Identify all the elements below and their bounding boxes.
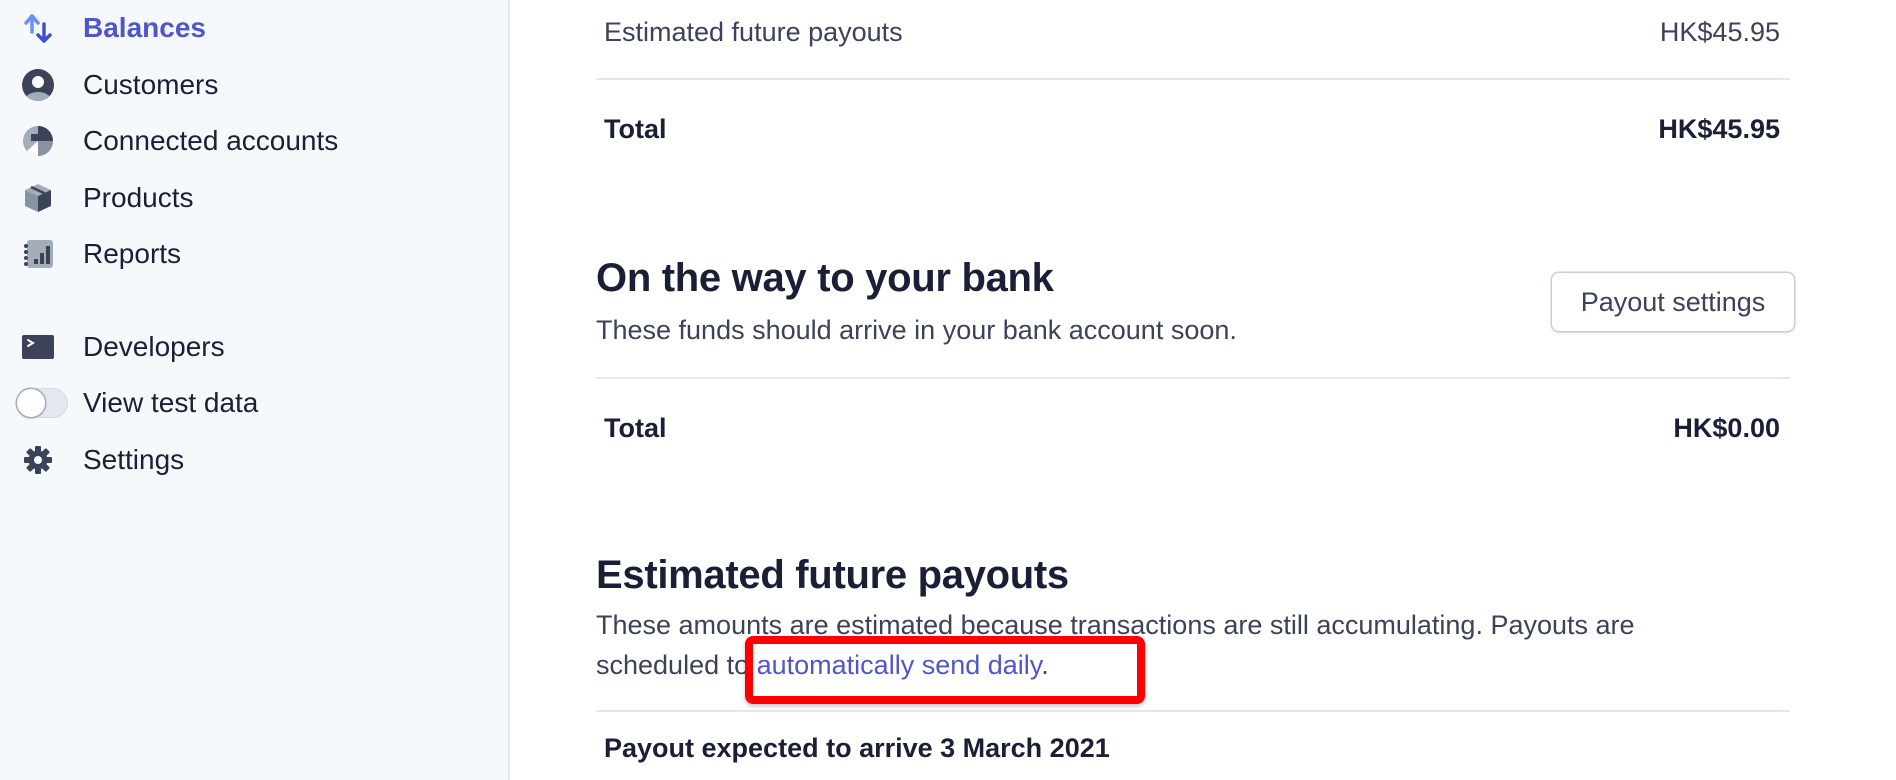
total-value: HK$45.95 xyxy=(1658,114,1780,144)
arrows-up-down-icon xyxy=(22,12,54,44)
row-label: Estimated future payouts xyxy=(604,17,903,47)
sidebar-item-balances[interactable]: Balances xyxy=(0,3,500,53)
sidebar-item-label: Reports xyxy=(83,238,182,269)
automatically-send-daily-link[interactable]: automatically send daily xyxy=(757,650,1042,680)
divider xyxy=(596,78,1790,80)
reports-icon xyxy=(22,238,54,270)
test-data-toggle[interactable] xyxy=(16,388,68,418)
total-label: Total xyxy=(604,114,667,144)
connected-accounts-icon xyxy=(22,125,54,157)
sidebar-item-label: Developers xyxy=(83,331,225,362)
gear-icon xyxy=(22,444,54,476)
sidebar: Balances Customers Connected accounts Pr… xyxy=(0,0,510,780)
product-box-icon xyxy=(22,182,54,214)
payout-settings-button[interactable]: Payout settings xyxy=(1552,273,1794,331)
sidebar-item-label: Balances xyxy=(83,12,206,43)
divider xyxy=(596,710,1790,712)
row-value: HK$45.95 xyxy=(1659,17,1780,47)
terminal-icon xyxy=(22,331,54,363)
description-suffix: . xyxy=(1041,650,1049,680)
customer-icon xyxy=(22,69,54,101)
on-the-way-total-row: Total HK$0.00 xyxy=(596,413,1790,444)
future-payouts-heading: Estimated future payouts xyxy=(596,553,1069,597)
sidebar-item-label: Settings xyxy=(83,444,185,475)
sidebar-item-connected-accounts[interactable]: Connected accounts xyxy=(0,116,500,166)
future-payouts-description: These amounts are estimated because tran… xyxy=(596,605,1746,685)
sidebar-item-label: Customers xyxy=(83,69,219,100)
sidebar-item-label: Connected accounts xyxy=(83,125,339,156)
total-label: Total xyxy=(604,413,667,443)
total-value: HK$0.00 xyxy=(1673,413,1780,443)
sidebar-item-developers[interactable]: Developers xyxy=(0,322,500,372)
sidebar-item-products[interactable]: Products xyxy=(0,173,500,223)
description-text: These amounts are estimated because tran… xyxy=(596,610,1635,680)
sidebar-item-view-test-data[interactable]: View test data xyxy=(0,378,500,428)
sidebar-item-label: View test data xyxy=(83,387,259,418)
sidebar-item-reports[interactable]: Reports xyxy=(0,229,500,279)
sidebar-item-settings[interactable]: Settings xyxy=(0,435,500,485)
on-the-way-heading: On the way to your bank xyxy=(596,256,1054,300)
toggle-knob xyxy=(17,389,45,417)
main-content: Estimated future payouts HK$45.95 Total … xyxy=(510,0,1896,780)
payout-expected-row: Payout expected to arrive 3 March 2021 xyxy=(604,733,1110,763)
summary-total-row: Total HK$45.95 xyxy=(596,114,1790,145)
divider xyxy=(596,377,1790,379)
sidebar-item-customers[interactable]: Customers xyxy=(0,60,500,110)
sidebar-item-label: Products xyxy=(83,182,194,213)
summary-row: Estimated future payouts HK$45.95 xyxy=(596,17,1790,48)
